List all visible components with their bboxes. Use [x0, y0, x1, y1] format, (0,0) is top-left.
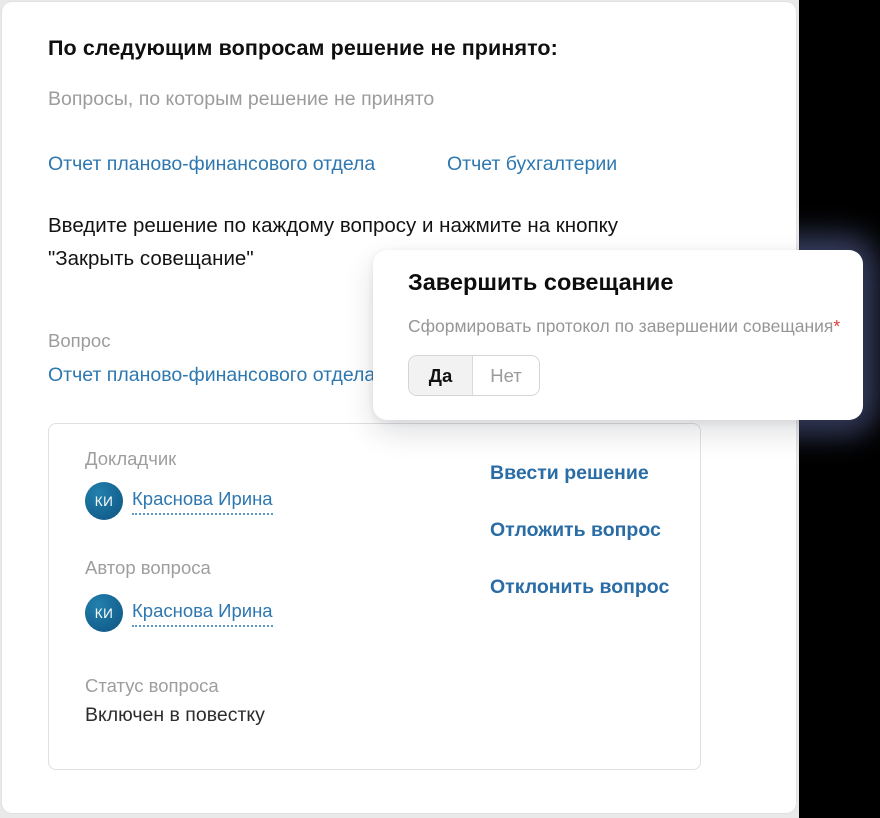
- toggle-option-yes[interactable]: Да: [409, 356, 473, 395]
- author-name-link[interactable]: Краснова Ирина: [132, 600, 273, 627]
- protocol-toggle: Да Нет: [408, 355, 540, 396]
- postpone-question-button[interactable]: Отложить вопрос: [490, 519, 661, 542]
- instruction-text-line2: "Закрыть совещание": [48, 247, 254, 270]
- question-details-card: Докладчик КИ Краснова Ирина Автор вопрос…: [48, 423, 701, 770]
- panel-heading: По следующим вопросам решение не принято…: [48, 36, 558, 60]
- protocol-field-label: Сформировать протокол по завершении сове…: [408, 316, 840, 337]
- current-question-link[interactable]: Отчет планово-финансового отдела: [48, 364, 375, 387]
- speaker-label: Докладчик: [85, 448, 177, 469]
- reject-question-button[interactable]: Отклонить вопрос: [490, 576, 669, 599]
- screen: По следующим вопросам решение не принято…: [0, 0, 880, 818]
- enter-decision-button[interactable]: Ввести решение: [490, 462, 649, 485]
- pending-question-link-finance[interactable]: Отчет планово-финансового отдела: [48, 153, 375, 176]
- question-field-label: Вопрос: [48, 330, 111, 351]
- author-person: КИ Краснова Ирина: [85, 594, 273, 632]
- speaker-name-link[interactable]: Краснова Ирина: [132, 488, 273, 515]
- finish-meeting-modal: Завершить совещание Сформировать протоко…: [373, 250, 863, 420]
- speaker-avatar: КИ: [85, 482, 123, 520]
- modal-title: Завершить совещание: [408, 269, 674, 295]
- protocol-field-label-text: Сформировать протокол по завершении сове…: [408, 316, 834, 336]
- instruction-text-line1: Введите решение по каждому вопросу и наж…: [48, 214, 619, 237]
- author-avatar: КИ: [85, 594, 123, 632]
- status-label: Статус вопроса: [85, 675, 219, 696]
- status-value: Включен в повестку: [85, 704, 265, 726]
- pending-question-link-accounting[interactable]: Отчет бухгалтерии: [447, 153, 617, 176]
- author-label: Автор вопроса: [85, 557, 211, 578]
- toggle-option-no[interactable]: Нет: [473, 356, 539, 395]
- required-asterisk: *: [833, 316, 841, 336]
- pending-questions-caption: Вопросы, по которым решение не принято: [48, 88, 435, 110]
- speaker-person: КИ Краснова Ирина: [85, 482, 273, 520]
